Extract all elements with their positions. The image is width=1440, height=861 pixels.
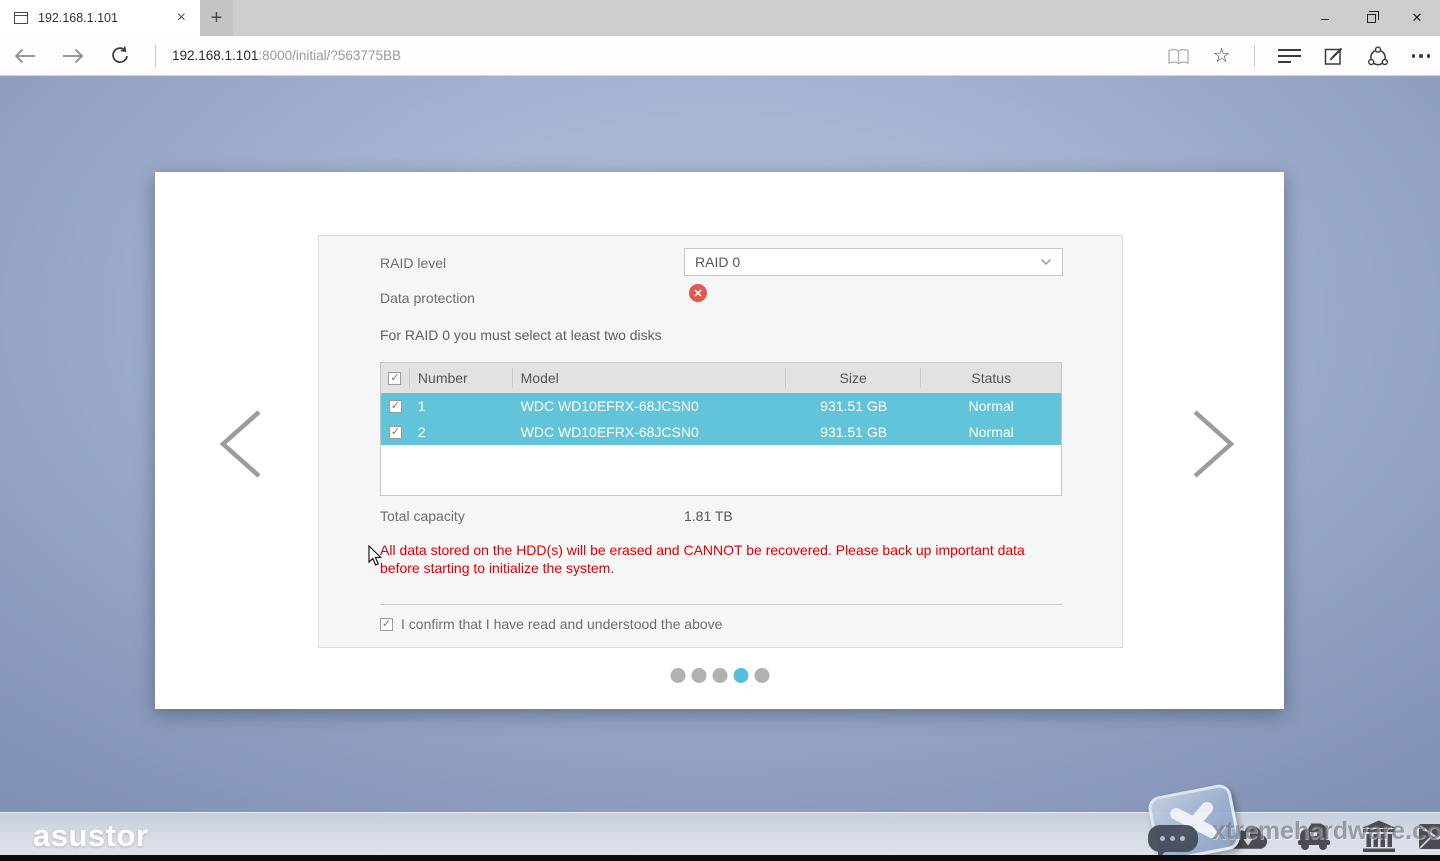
page-favicon-icon — [14, 12, 28, 24]
raid-level-value: RAID 0 — [695, 254, 1040, 270]
new-tab-button[interactable]: + — [200, 0, 233, 36]
disk-1-size: 931.51 GB — [786, 393, 922, 419]
raid-level-select[interactable]: RAID 0 — [684, 248, 1063, 276]
disk-row-1[interactable]: ✓ 1 WDC WD10EFRX-68JCSN0 931.51 GB Norma… — [381, 393, 1061, 419]
raid-hint-text: For RAID 0 you must select at least two … — [380, 327, 662, 343]
raid-level-label: RAID level — [380, 255, 446, 271]
toolbar-divider — [155, 45, 156, 67]
confirm-checkbox[interactable]: ✓ — [380, 618, 393, 631]
column-header-status: Status — [921, 368, 1061, 388]
address-bar[interactable]: 192.168.1.101:8000/initial/?563775BB — [172, 48, 401, 63]
disk-table-header: ✓ Number Model Size Status — [381, 363, 1061, 393]
column-header-size: Size — [786, 368, 922, 388]
toolbar-divider-2 — [1254, 45, 1255, 67]
disk-1-model: WDC WD10EFRX-68JCSN0 — [513, 393, 786, 419]
select-all-checkbox[interactable]: ✓ — [388, 372, 401, 385]
disk-2-checkbox[interactable]: ✓ — [389, 426, 402, 439]
browser-window: 192.168.1.101 × + – ✕ 192.168.1.101:8000… — [0, 0, 1440, 861]
disk-table: ✓ Number Model Size Status ✓ 1 WDC WD10E… — [380, 362, 1062, 496]
column-header-number: Number — [410, 368, 513, 388]
pagination-dots — [670, 668, 769, 683]
favorites-star-icon[interactable]: ☆ — [1213, 46, 1231, 66]
pagination-dot-4[interactable] — [733, 668, 748, 683]
share-icon[interactable] — [1367, 46, 1389, 67]
confirm-label: I confirm that I have read and understoo… — [401, 616, 722, 632]
data-protection-error-icon: ✕ — [689, 284, 707, 302]
disk-2-model: WDC WD10EFRX-68JCSN0 — [513, 419, 786, 445]
disk-2-status: Normal — [921, 419, 1061, 445]
minimize-button[interactable]: – — [1302, 0, 1348, 36]
tab-title: 192.168.1.101 — [38, 11, 173, 25]
next-step-button[interactable] — [1191, 409, 1241, 479]
url-host: 192.168.1.101 — [172, 48, 258, 63]
toolbar-actions: ☆ — [1167, 36, 1430, 76]
disk-1-number: 1 — [410, 393, 513, 419]
close-window-button[interactable]: ✕ — [1394, 0, 1440, 36]
refresh-button[interactable] — [110, 46, 130, 66]
pagination-dot-5[interactable] — [754, 668, 769, 683]
settings-panel: RAID level RAID 0 Data protection ✕ For … — [318, 235, 1123, 648]
url-path: :8000/initial/?563775BB — [258, 48, 401, 63]
warning-text: All data stored on the HDD(s) will be er… — [380, 542, 1040, 577]
back-button[interactable] — [14, 48, 36, 64]
watermark-text: xtremehardware.com — [1212, 817, 1440, 846]
previous-step-button[interactable] — [213, 409, 263, 479]
window-controls: – ✕ — [1302, 0, 1440, 36]
volume-settings-card: Volume Settings RAID level RAID 0 Data p… — [155, 172, 1284, 709]
confirm-row: ✓ I confirm that I have read and underst… — [380, 616, 722, 632]
disk-row-2[interactable]: ✓ 2 WDC WD10EFRX-68JCSN0 931.51 GB Norma… — [381, 419, 1061, 445]
tab-close-icon[interactable]: × — [173, 9, 190, 27]
data-protection-label: Data protection — [380, 290, 475, 306]
pagination-dot-2[interactable] — [691, 668, 706, 683]
divider-line — [380, 604, 1062, 605]
reading-view-icon[interactable] — [1167, 48, 1190, 65]
disk-1-checkbox[interactable]: ✓ — [389, 400, 402, 413]
disk-2-number: 2 — [410, 419, 513, 445]
pagination-dot-1[interactable] — [670, 668, 685, 683]
browser-tab[interactable]: 192.168.1.101 × — [0, 0, 200, 36]
column-header-model: Model — [513, 368, 786, 388]
browser-toolbar: 192.168.1.101:8000/initial/?563775BB ☆ — [0, 36, 1440, 76]
web-note-icon[interactable] — [1324, 46, 1344, 66]
disk-2-size: 931.51 GB — [786, 419, 922, 445]
chevron-down-icon — [1040, 258, 1052, 266]
asustor-logo: asustor — [33, 818, 148, 854]
hub-icon[interactable] — [1278, 45, 1301, 67]
chat-bubble-icon[interactable] — [1148, 825, 1198, 852]
tab-strip-spacer — [233, 0, 1302, 36]
header-checkbox-cell: ✓ — [381, 368, 410, 388]
mouse-cursor — [368, 545, 384, 567]
more-actions-icon[interactable] — [1412, 54, 1431, 58]
total-capacity-value: 1.81 TB — [684, 508, 733, 524]
disk-1-status: Normal — [921, 393, 1061, 419]
bottom-black-strip — [0, 855, 1440, 861]
total-capacity-label: Total capacity — [380, 508, 465, 524]
tab-strip: 192.168.1.101 × + – ✕ — [0, 0, 1440, 36]
forward-button[interactable] — [62, 48, 84, 64]
restore-button[interactable] — [1348, 0, 1394, 36]
restore-icon — [1367, 14, 1376, 23]
pagination-dot-3[interactable] — [712, 668, 727, 683]
